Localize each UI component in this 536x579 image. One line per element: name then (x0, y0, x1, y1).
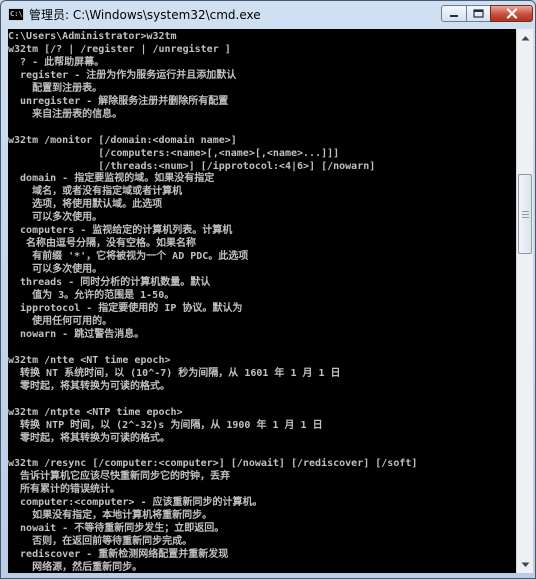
minimize-icon (450, 14, 458, 17)
console-line: unregister - 解除服务注册并删除所有配置 (8, 95, 229, 107)
console-line: 有前缀 '*'，它将被视为一个 AD PDC。此选项 (8, 251, 249, 263)
console-line: 配置到注册表。 (8, 82, 103, 94)
console-line: C:\Users\Administrator>w32tm (8, 31, 177, 42)
cmd-window: C:\ 管理员: C:\Windows\system32\cmd.exe C:\… (0, 0, 536, 579)
console-line: 域名，或者没有指定域或者计算机 (8, 186, 183, 198)
thumb-grip-line (522, 217, 529, 218)
maximize-icon (473, 9, 484, 18)
cmd-app-icon[interactable]: C:\ (8, 8, 24, 21)
close-icon (506, 8, 517, 19)
console-line: [/threads:<num>] [/ipprotocol:<4|6>] [/n… (8, 160, 376, 172)
scroll-down-arrow-icon (521, 562, 529, 567)
console-line: domain - 指定要监视的域。如果没有指定 (8, 173, 215, 185)
scroll-up-button[interactable] (517, 29, 533, 46)
console-line: w32tm /resync [/computer:<computer>] [/n… (8, 458, 418, 470)
console-text: C:\Users\Administrator>w32tm w32tm [/? |… (8, 29, 516, 573)
console-line: 零时起，将其转换为可读的格式。 (8, 432, 171, 444)
console-line: w32tm /monitor [/domain:<domain name>] (8, 134, 237, 146)
maximize-button[interactable] (466, 5, 491, 22)
console-line: 可以多次使用。 (8, 212, 103, 224)
console-line: 转换 NT 系统时间，以 (10^-7) 秒为间隔，从 1601 年 1 月 1… (8, 367, 341, 379)
console-line: computer:<computer> - 应该重新同步的计算机。 (8, 497, 263, 509)
console-line: 使用任何可用的。 (8, 315, 113, 327)
console-output[interactable]: C:\Users\Administrator>w32tm w32tm [/? |… (8, 29, 516, 573)
console-line: 转换 NTP 时间，以 (2^-32)s 为间隔，从 1900 年 1 月 1 … (8, 419, 323, 431)
scrollbar-thumb[interactable] (518, 174, 532, 254)
console-line: 网络源，然后重新同步。 (8, 562, 143, 573)
console-line: 名称由逗号分隔，没有空格。如果名称 (8, 238, 197, 250)
console-line: [/computers:<name>[,<name>[,<name>...]]] (8, 147, 340, 159)
cmd-app-icon-text: C:\ (10, 10, 23, 18)
thumb-grip-line (522, 211, 529, 212)
console-line: computers - 监视给定的计算机列表。计算机 (8, 225, 233, 237)
console-line: 所有累计的错误统计。 (8, 484, 121, 496)
console-line: nowait - 不等待重新同步发生；立即返回。 (8, 523, 225, 535)
scroll-up-arrow-icon (521, 35, 529, 40)
scroll-down-button[interactable] (517, 556, 533, 573)
console-line: 零时起，将其转换为可读的格式。 (8, 380, 171, 392)
console-line: w32tm /ntte <NT time epoch> (8, 354, 171, 366)
thumb-grip-line (522, 214, 529, 215)
console-line: 选项，将使用默认域。此选项 (8, 199, 163, 211)
console-line: 值为 3。允许的范围是 1-50。 (8, 290, 175, 302)
console-line: 告诉计算机它应该尽快重新同步它的时钟，丢弃 (8, 471, 231, 483)
console-line: 可以多次使用。 (8, 264, 103, 276)
console-line: ipprotocol - 指定要使用的 IP 协议。默认为 (8, 303, 243, 315)
console-line: rediscover - 重新检测网络配置并重新发现 (8, 549, 229, 561)
console-line: ? - 此帮助屏幕。 (8, 56, 105, 68)
console-line: 否则，在返回前等待重新同步完成。 (8, 536, 193, 548)
console-line: nowarn - 跳过警告消息。 (8, 328, 145, 340)
console-line: register - 注册为作为服务运行并且添加默认 (8, 69, 237, 81)
close-button[interactable] (490, 5, 533, 22)
window-title: 管理员: C:\Windows\system32\cmd.exe (29, 8, 261, 22)
console-line: 来自注册表的信息。 (8, 108, 123, 120)
console-line: w32tm /ntpte <NTP time epoch> (8, 406, 183, 418)
title-bar[interactable]: C:\ 管理员: C:\Windows\system32\cmd.exe (1, 1, 535, 29)
vertical-scrollbar[interactable] (516, 29, 533, 573)
console-line: 如果没有指定，本地计算机将重新同步。 (8, 510, 213, 522)
console-line: threads - 同时分析的计算机数量。默认 (8, 277, 211, 289)
minimize-button[interactable] (441, 5, 467, 22)
window-bottom-border (1, 573, 535, 579)
console-line: w32tm [/? | /register | /unregister ] (8, 43, 231, 55)
